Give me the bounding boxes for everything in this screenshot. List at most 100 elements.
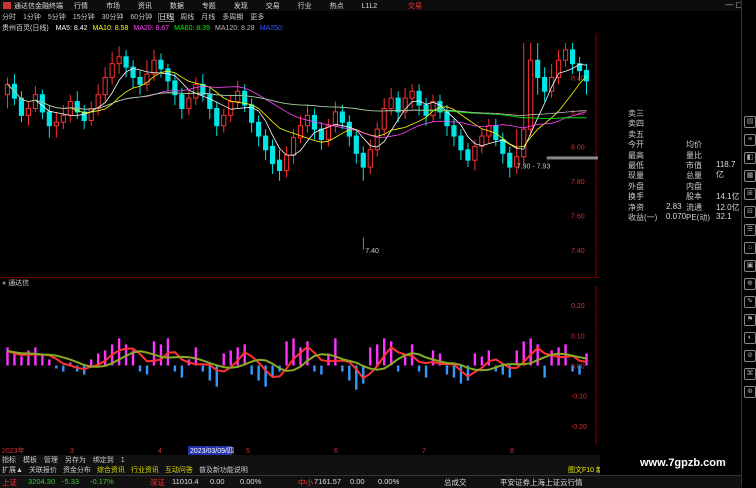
toolbar-icon[interactable]: ✎ <box>744 296 756 308</box>
menu-shuju[interactable]: 数据 <box>170 3 184 10</box>
period-tab-7[interactable]: 周线 <box>180 14 194 21</box>
index-sz-value: 11010.4 <box>172 477 199 486</box>
ma-legend: 贵州百灵(日线) MA5: 8.42 MA10: 8.58 MA20: 8.67 MA… <box>0 23 600 33</box>
macd-bar <box>452 365 456 378</box>
toolbar-icon[interactable]: ▦ <box>744 170 756 182</box>
toolbar-icon[interactable]: ⊕ <box>744 278 756 290</box>
index-sz-pct: 0.00% <box>240 477 262 486</box>
period-tab-2[interactable]: 5分钟 <box>48 14 66 21</box>
tab-lingcunwei[interactable]: 另存为 <box>65 457 86 464</box>
toolbar-icon[interactable]: ◧ <box>744 152 756 164</box>
toolbar-icon[interactable]: ▤ <box>744 116 756 128</box>
bottom-tab-5[interactable]: 互动问答 <box>165 467 193 474</box>
candle-body <box>472 145 478 161</box>
candle-body <box>263 135 269 151</box>
period-tab-10[interactable]: 更多 <box>250 14 264 21</box>
candle-body <box>290 137 297 156</box>
tab-zhibiao[interactable]: 指标 <box>2 457 16 464</box>
macd-bar <box>13 353 16 366</box>
period-tab-3[interactable]: 15分钟 <box>73 14 95 21</box>
menu-redian[interactable]: 热点 <box>330 3 344 10</box>
candle-body <box>158 59 164 70</box>
candlestick-chart[interactable]: 8.408.208.007.807.607.407.407.90 - 7.93 <box>0 33 598 277</box>
period-tab-6[interactable]: 日线 <box>158 13 175 22</box>
tab-page-1[interactable]: 1 <box>121 457 125 464</box>
menu-l1l2[interactable]: L1L2 <box>362 3 378 10</box>
period-tab-9[interactable]: 多周期 <box>222 14 243 21</box>
tab-guanli[interactable]: 管理 <box>44 457 58 464</box>
macd-bar <box>48 359 51 366</box>
bottom-tab-3[interactable]: 综合资讯 <box>97 467 125 474</box>
menu-jiaoyi[interactable]: 交易 <box>266 3 280 10</box>
bottom-tab-0[interactable]: 扩展▲ <box>2 467 23 474</box>
ma-legend-item: MA20: 8.67 <box>133 25 170 32</box>
menu-zhuanti[interactable]: 专题 <box>202 3 216 10</box>
toolbar-icon[interactable]: ☰ <box>744 224 756 236</box>
indicator-tick-label: 0.20 <box>571 303 585 310</box>
toolbar-icon[interactable]: ⚑ <box>744 314 756 326</box>
candle-body <box>207 94 213 109</box>
period-tab-5[interactable]: 60分钟 <box>130 14 152 21</box>
toolbar-icon[interactable]: ⊞ <box>744 188 756 200</box>
news-ticker[interactable]: 平安证券上海上证云行情 <box>500 477 583 488</box>
period-tab-0[interactable]: 分时 <box>2 14 16 21</box>
menu-hangye[interactable]: 行业 <box>298 3 312 10</box>
macd-bar <box>103 350 107 366</box>
quote-label: 总量 <box>686 171 702 181</box>
quote-label: 卖五 <box>628 129 644 139</box>
index-sh-name[interactable]: 上证 <box>2 477 17 488</box>
toolbar-icon[interactable]: ⊘ <box>744 350 756 362</box>
candle-body <box>500 138 506 154</box>
menu-shichang[interactable]: 市场 <box>106 3 120 10</box>
ma-legend-item: MA5: 8.42 <box>55 25 88 32</box>
candle-body <box>444 111 450 127</box>
period-tab-4[interactable]: 30分钟 <box>102 14 124 21</box>
tab-moban[interactable]: 模板 <box>23 457 37 464</box>
menu-zixun[interactable]: 资讯 <box>138 3 152 10</box>
macd-bar <box>34 347 37 366</box>
candle-body <box>276 159 283 172</box>
period-tab-1[interactable]: 1分钟 <box>23 14 41 21</box>
f10-news-link[interactable]: 图文F10 新闻 <box>568 465 600 475</box>
quote-value: 0.070 <box>666 212 687 221</box>
macd-bar <box>159 344 163 366</box>
date-highlight: 2023/03/09/四 <box>190 447 234 455</box>
toolbar-icon[interactable]: ⌂ <box>744 242 756 254</box>
period-tab-8[interactable]: 月线 <box>201 14 215 21</box>
candle-body <box>193 83 199 99</box>
indicator-chart[interactable]: 0.200.100.00-0.10-0.20 <box>0 286 598 445</box>
bottom-tabs: 扩展▲ 关联报价资金分布综合资讯行业资讯互动问答普及新功能说明 图文F10 新闻 <box>0 465 600 475</box>
candle-body <box>269 145 276 165</box>
ma-legend-item: MA60: 8.39 <box>174 25 210 32</box>
macd-bar <box>257 365 260 381</box>
toolbar-icon[interactable]: ⊟ <box>744 206 756 218</box>
candle-body <box>395 97 401 113</box>
index-sz-name[interactable]: 深证 <box>150 477 165 488</box>
candle-body <box>416 90 422 106</box>
macd-bar <box>376 344 379 366</box>
trade-button[interactable]: 交易 <box>408 1 422 11</box>
bottom-tab-2[interactable]: 资金分布 <box>63 467 91 474</box>
macd-bar <box>62 365 65 372</box>
index-zx-name[interactable]: 中小 <box>298 477 313 488</box>
candle-body <box>235 90 241 103</box>
quote-label: 卖三 <box>628 109 644 118</box>
tab-bangdingdao[interactable]: 绑定到 <box>93 457 114 464</box>
toolbar-icon[interactable]: ◐ <box>744 332 756 344</box>
toolbar-icon[interactable]: ⌘ <box>744 368 756 380</box>
indicator-tick-label: 0.10 <box>571 333 585 340</box>
candle-body <box>458 135 464 151</box>
candle-body <box>409 90 415 99</box>
toolbar-icon[interactable]: ≡ <box>744 134 756 146</box>
candle-body <box>521 128 527 158</box>
quote-label: 今开 <box>628 140 644 150</box>
bottom-tab-1[interactable]: 关联报价 <box>29 467 57 474</box>
menu-faxian[interactable]: 发现 <box>234 3 248 10</box>
bottom-tab-6[interactable]: 普及新功能说明 <box>199 467 248 474</box>
bottom-tab-4[interactable]: 行业资讯 <box>131 467 159 474</box>
candle-body <box>60 114 66 123</box>
menu-hangqing[interactable]: 行情 <box>74 3 88 10</box>
price-tick-label: 7.60 <box>571 213 585 220</box>
toolbar-icon[interactable]: ▣ <box>744 260 756 272</box>
toolbar-icon[interactable]: ⊛ <box>744 386 756 398</box>
